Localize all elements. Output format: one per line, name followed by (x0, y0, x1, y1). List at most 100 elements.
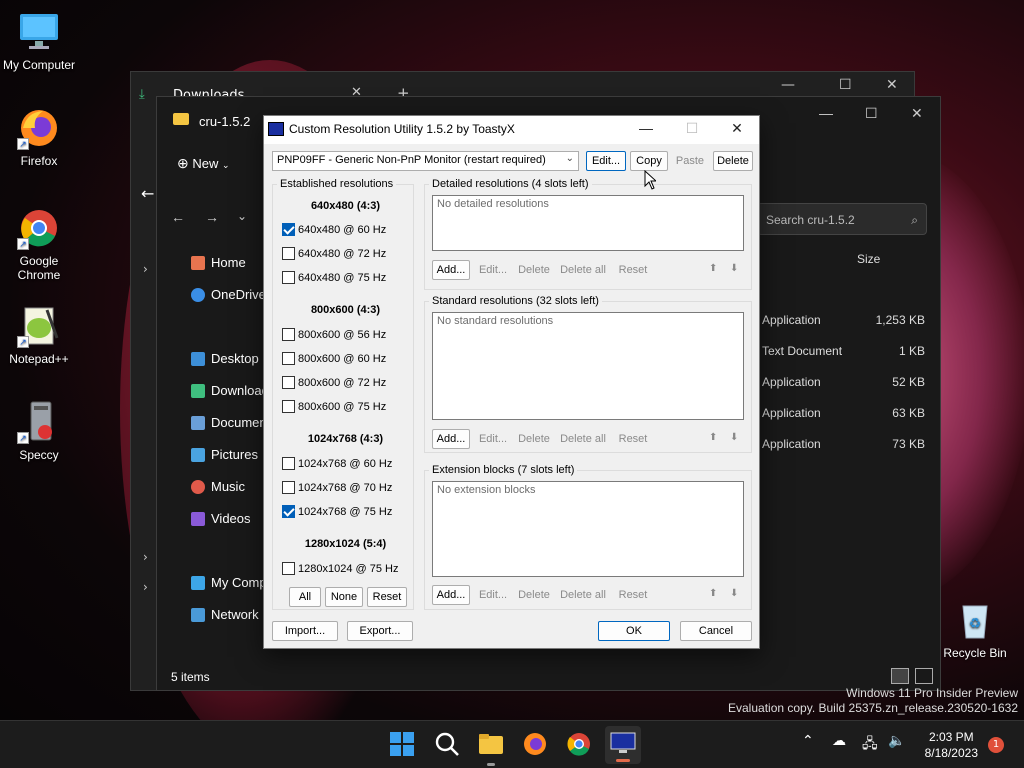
checkbox-1024x768-70[interactable]: 1024x768 @ 70 Hz (282, 481, 392, 494)
extension-blocks-list[interactable]: No extension blocks (432, 481, 744, 577)
chevron-up-icon[interactable]: ⌃ (802, 733, 814, 749)
move-down-icon[interactable]: ⬇ (730, 588, 738, 599)
start-windows-icon[interactable] (389, 731, 417, 759)
monitor-select[interactable]: PNP09FF - Generic Non-PnP Monitor (resta… (272, 151, 579, 171)
edit-extension-button[interactable]: Edit... (474, 585, 512, 605)
all-button[interactable]: All (289, 587, 321, 607)
checkbox[interactable] (282, 247, 295, 260)
checkbox[interactable] (282, 352, 295, 365)
dialog-titlebar[interactable]: Custom Resolution Utility 1.5.2 by Toast… (264, 116, 759, 144)
delete-all-detailed-button[interactable]: Delete all (557, 260, 609, 280)
tiles-view-icon[interactable] (915, 668, 933, 684)
chevron-right-icon[interactable]: › (143, 550, 148, 564)
delete-extension-button[interactable]: Delete (515, 585, 553, 605)
file-explorer-icon[interactable] (478, 731, 506, 766)
minimize-icon[interactable]: — (819, 105, 833, 121)
chrome-icon[interactable] (566, 731, 594, 759)
checkbox[interactable] (282, 328, 295, 341)
minimize-icon[interactable]: — (781, 77, 795, 93)
reset-established-button[interactable]: Reset (367, 587, 407, 607)
checkbox[interactable] (282, 271, 295, 284)
reset-detailed-button[interactable]: Reset (615, 260, 651, 280)
desktop-icon-recycle-bin[interactable]: ♻ Recycle Bin (937, 598, 1013, 660)
checkbox-800x600-75[interactable]: 800x600 @ 75 Hz (282, 400, 386, 413)
chevron-right-icon[interactable]: › (143, 262, 148, 276)
move-up-icon[interactable]: ⬆ (709, 432, 717, 443)
maximize-icon[interactable]: ☐ (865, 105, 878, 122)
cru-dialog[interactable]: Custom Resolution Utility 1.5.2 by Toast… (263, 115, 760, 649)
sidebar-item-documents[interactable]: Documents (191, 415, 267, 430)
edit-standard-button[interactable]: Edit... (474, 429, 512, 449)
sidebar-item-downloads[interactable]: Downloads (191, 383, 267, 398)
desktop-icon-speccy[interactable]: ↗ Speccy (1, 400, 77, 462)
tab-cru[interactable]: cru-1.5.2 (199, 114, 250, 129)
checkbox-800x600-72[interactable]: 800x600 @ 72 Hz (282, 376, 386, 389)
standard-resolutions-list[interactable]: No standard resolutions (432, 312, 744, 420)
none-button[interactable]: None (325, 587, 363, 607)
copy-button[interactable]: Copy (630, 151, 668, 171)
close-icon[interactable]: ✕ (722, 120, 752, 137)
checkbox[interactable] (282, 505, 295, 518)
move-down-icon[interactable]: ⬇ (730, 432, 738, 443)
add-standard-button[interactable]: Add... (432, 429, 470, 449)
delete-all-standard-button[interactable]: Delete all (557, 429, 609, 449)
cru-taskbar-button[interactable] (605, 726, 641, 764)
checkbox[interactable] (282, 223, 295, 236)
onedrive-offline-icon[interactable]: ☁ (832, 733, 846, 749)
search-input[interactable]: Search cru-1.5.2 ⌕ (757, 203, 927, 235)
delete-detailed-button[interactable]: Delete (515, 260, 553, 280)
sidebar-item-videos[interactable]: Videos (191, 511, 251, 526)
details-view-icon[interactable] (891, 668, 909, 684)
clock[interactable]: 2:03 PM 8/18/2023 (925, 729, 978, 761)
search-icon[interactable] (434, 731, 462, 759)
ok-button[interactable]: OK (598, 621, 670, 641)
volume-icon[interactable]: 🔈 (888, 733, 905, 749)
edit-detailed-button[interactable]: Edit... (474, 260, 512, 280)
firefox-icon[interactable] (522, 731, 550, 759)
add-detailed-button[interactable]: Add... (432, 260, 470, 280)
desktop-icon-google-chrome[interactable]: ↗ Google Chrome (1, 206, 77, 282)
sidebar-item-network[interactable]: Network (191, 607, 259, 622)
paste-button[interactable]: Paste (671, 151, 709, 171)
detailed-resolutions-list[interactable]: No detailed resolutions (432, 195, 744, 251)
export-button[interactable]: Export... (347, 621, 413, 641)
checkbox[interactable] (282, 562, 295, 575)
delete-standard-button[interactable]: Delete (515, 429, 553, 449)
sidebar-item-home[interactable]: Home (191, 255, 246, 270)
desktop-icon-notepadpp[interactable]: ↗ Notepad++ (1, 304, 77, 366)
back-arrow-icon[interactable]: ← (141, 184, 154, 203)
cancel-button[interactable]: Cancel (680, 621, 752, 641)
reset-standard-button[interactable]: Reset (615, 429, 651, 449)
add-extension-button[interactable]: Add... (432, 585, 470, 605)
network-icon[interactable]: 🖧 (862, 733, 878, 757)
delete-all-extension-button[interactable]: Delete all (557, 585, 609, 605)
edit-monitor-button[interactable]: Edit... (586, 151, 626, 171)
checkbox-1024x768-60[interactable]: 1024x768 @ 60 Hz (282, 457, 392, 470)
notification-badge[interactable]: 1 (988, 737, 1004, 753)
sidebar-item-desktop[interactable]: Desktop (191, 351, 259, 366)
minimize-icon[interactable]: — (631, 120, 661, 136)
delete-monitor-button[interactable]: Delete (713, 151, 753, 171)
checkbox-800x600-56[interactable]: 800x600 @ 56 Hz (282, 328, 386, 341)
checkbox-640x480-75[interactable]: 640x480 @ 75 Hz (282, 271, 386, 284)
chevron-right-icon[interactable]: › (143, 580, 148, 594)
desktop-icon-my-computer[interactable]: My Computer (1, 10, 77, 72)
sidebar-item-music[interactable]: Music (191, 479, 245, 494)
close-icon[interactable]: ✕ (886, 77, 898, 93)
checkbox[interactable] (282, 400, 295, 413)
sidebar-item-pictures[interactable]: Pictures (191, 447, 258, 462)
desktop-icon-firefox[interactable]: ↗ Firefox (1, 106, 77, 168)
checkbox[interactable] (282, 457, 295, 470)
checkbox-800x600-60[interactable]: 800x600 @ 60 Hz (282, 352, 386, 365)
checkbox-1280x1024-75[interactable]: 1280x1024 @ 75 Hz (282, 562, 398, 575)
sidebar-item-my-computer[interactable]: My Computer (191, 575, 267, 590)
new-button[interactable]: ⊕ New ⌄ (177, 155, 230, 172)
sidebar-item-onedrive[interactable]: OneDrive (191, 287, 266, 302)
back-icon[interactable]: ← (171, 209, 185, 225)
maximize-icon[interactable]: ☐ (839, 77, 852, 93)
checkbox-640x480-60[interactable]: 640x480 @ 60 Hz (282, 223, 386, 236)
recent-chevron-icon[interactable]: ⌄ (237, 209, 247, 223)
column-header-size[interactable]: Size (857, 252, 880, 266)
move-up-icon[interactable]: ⬆ (709, 588, 717, 599)
forward-icon[interactable]: → (205, 209, 219, 225)
